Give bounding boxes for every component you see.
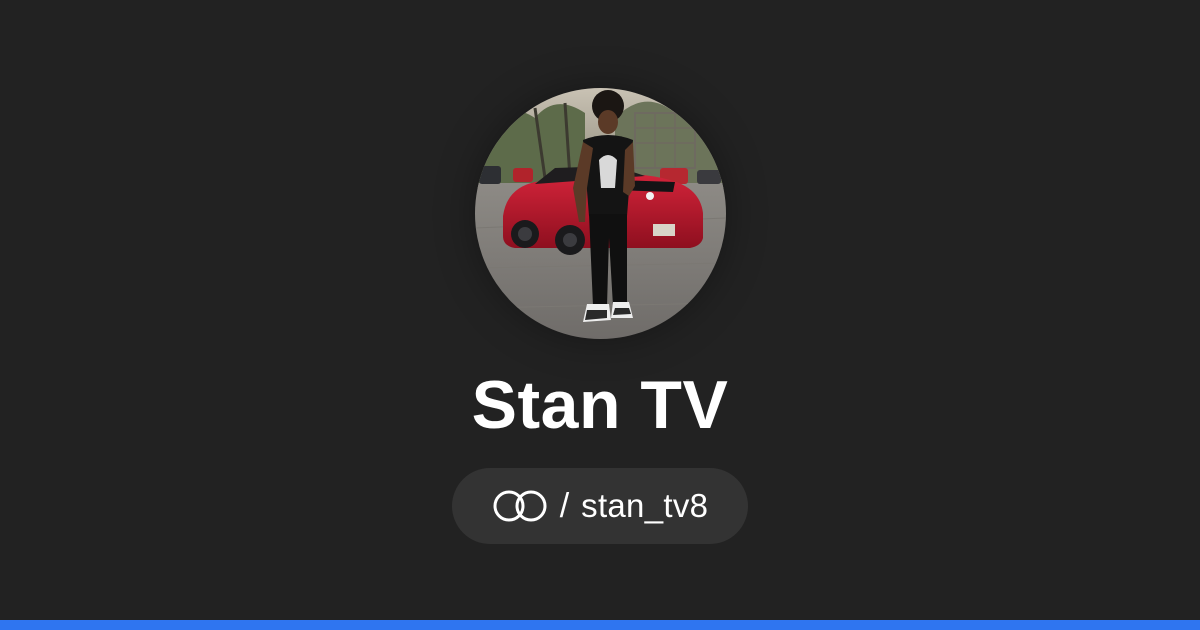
handle-separator: / (559, 487, 570, 525)
bottom-accent-bar (0, 620, 1200, 630)
linked-rings-icon (492, 489, 548, 523)
social-handle-link[interactable]: / stan_tv8 (452, 468, 748, 544)
profile-avatar[interactable] (475, 88, 726, 339)
handle-text: stan_tv8 (581, 487, 709, 524)
avatar-photo (475, 88, 726, 339)
profile-name: Stan TV (471, 367, 729, 443)
profile-card: Stan TV / stan_tv8 (0, 0, 1200, 620)
